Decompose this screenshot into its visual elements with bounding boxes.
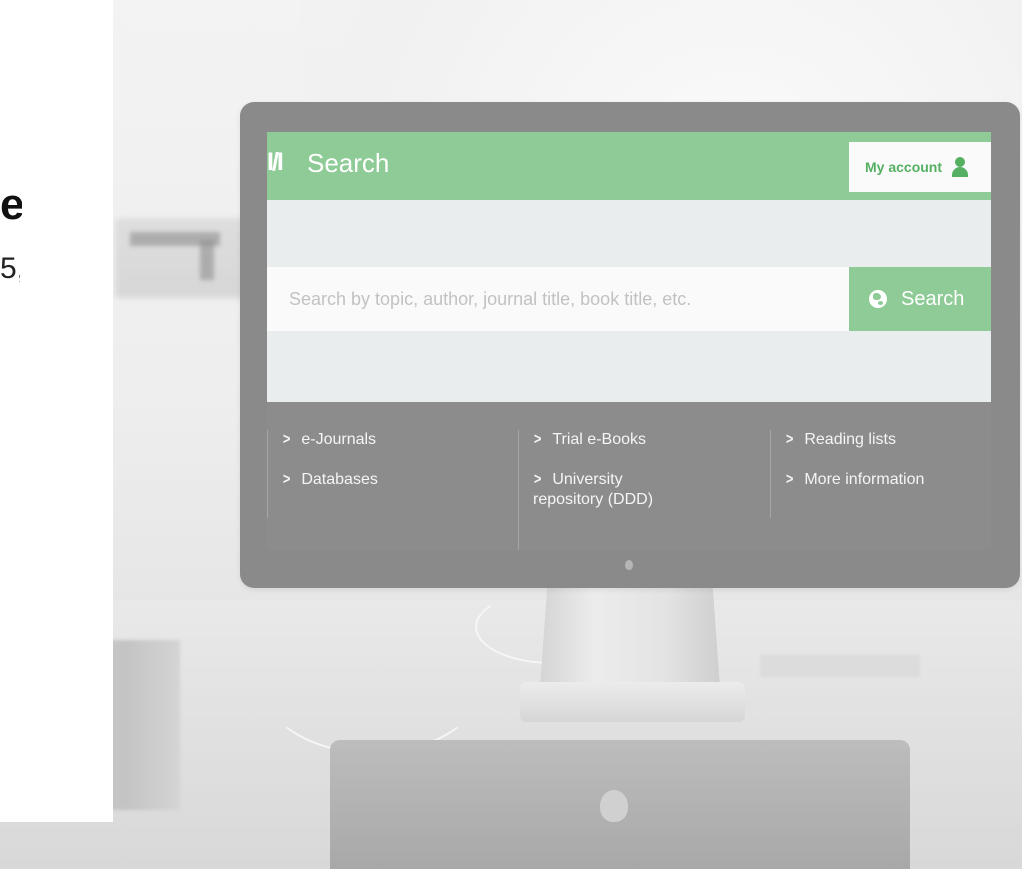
link-databases[interactable]: > Databases (282, 470, 482, 490)
monitor-stand-foot (520, 682, 745, 722)
chevron-right-icon: > (785, 431, 794, 448)
globe-icon (869, 290, 887, 308)
links-column-1: > e-Journals > Databases (267, 430, 482, 518)
links-column-2: > Trial e-Books > University repository (D… (518, 430, 733, 550)
cable (260, 610, 484, 754)
chevron-right-icon: > (785, 471, 794, 488)
my-account-label: My account (865, 159, 943, 175)
link-reading-lists[interactable]: > Reading lists (785, 430, 985, 450)
page-heading-fragment: e (0, 180, 22, 229)
monitor-logo-icon (625, 560, 633, 570)
link-e-journals[interactable]: > e-Journals (282, 430, 482, 450)
chevron-right-icon: > (282, 471, 291, 488)
header-bar: I/I Search My account (267, 132, 991, 200)
search-input[interactable] (267, 267, 849, 331)
chevron-right-icon: > (282, 431, 291, 448)
blurred-shelf (115, 218, 250, 298)
user-icon (952, 157, 969, 177)
links-column-3: > Reading lists > More information (770, 430, 985, 518)
chevron-right-icon: > (533, 471, 542, 488)
monitor-stand (540, 588, 720, 688)
my-account-button[interactable]: My account (849, 142, 991, 192)
app-logo: I/I (267, 148, 284, 176)
monitor-screen: I/I Search My account Search >e-Journals… (267, 132, 991, 550)
monitor: I/I Search My account Search >e-Journals… (240, 102, 1020, 588)
link-university-repository[interactable]: > University repository (DDD) (533, 470, 683, 510)
search-section: Search (267, 200, 991, 402)
app-title: Search (307, 148, 390, 178)
search-button-label: Search (901, 287, 965, 310)
chevron-right-icon: > (533, 431, 542, 448)
page-subtext-fragment: 5, (0, 252, 20, 285)
left-text-card (0, 0, 113, 822)
link-trial-e-books[interactable]: > Trial e-Books (533, 430, 733, 450)
link-more-information[interactable]: > More information (785, 470, 985, 490)
search-button[interactable]: Search (849, 267, 991, 331)
blurred-shelf-post (200, 240, 214, 280)
quick-links-panel: > e-Journals > Databases > Trial e-Books > U… (267, 402, 991, 550)
apple-logo-icon (600, 790, 628, 822)
desk-item (760, 655, 920, 677)
